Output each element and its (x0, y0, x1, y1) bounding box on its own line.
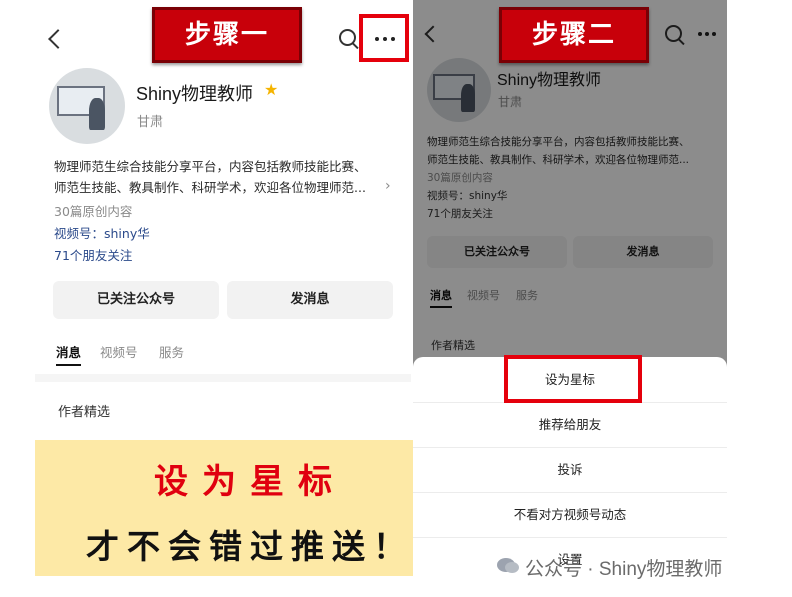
tab-services[interactable]: 服务 (159, 342, 184, 361)
watermark-text: 公众号 · Shiny物理教师 (525, 559, 723, 580)
phone-screen-step-two: Shiny物理教师 甘肃 物理师范生综合技能分享平台，内容包括教师技能比赛、 师… (413, 0, 727, 597)
tab-messages[interactable]: 消息 (56, 342, 82, 366)
promo-line2: 才不会错过推送！ (86, 527, 414, 566)
menu-item-hide-channel-updates[interactable]: 不看对方视频号动态 (413, 492, 727, 538)
friends-follow-link[interactable]: 71个朋友关注 (54, 245, 132, 264)
step-one-banner: 步骤一 (152, 7, 302, 63)
account-name: Shiny物理教师 (136, 84, 254, 104)
more-highlight-box (359, 14, 409, 62)
original-count[interactable]: 30篇原创内容 (54, 201, 132, 220)
send-message-button[interactable]: 发消息 (227, 281, 393, 319)
phone-screen-step-one: Shiny物理教师 ★ 甘肃 物理师范生综合技能分享平台，内容包括教师技能比赛、… (35, 0, 411, 432)
watermark: 公众号 · Shiny物理教师 (497, 552, 787, 580)
avatar[interactable] (49, 68, 125, 144)
chevron-right-icon[interactable]: › (385, 178, 391, 194)
star-icon: ★ (264, 80, 279, 99)
promo-line1: 设为星标 (154, 462, 346, 502)
region: 甘肃 (137, 115, 164, 130)
tab-channels[interactable]: 视频号 (100, 342, 138, 361)
description[interactable]: 物理师范生综合技能分享平台，内容包括教师技能比赛、 师范生技能、教具制作、科研学… (54, 156, 404, 198)
promo-banner: 设为星标 才不会错过推送！ (35, 440, 465, 576)
back-icon[interactable] (48, 29, 68, 49)
follow-button[interactable]: 已关注公众号 (53, 281, 219, 319)
set-star-highlight-box (504, 355, 642, 403)
menu-item-report[interactable]: 投诉 (413, 447, 727, 493)
divider (35, 374, 411, 382)
menu-item-recommend[interactable]: 推荐给朋友 (413, 402, 727, 448)
search-icon[interactable] (339, 29, 356, 46)
step-two-banner: 步骤二 (499, 7, 649, 63)
section-title: 作者精选 (58, 405, 111, 420)
channels-link[interactable]: 视频号：shiny华 (54, 223, 150, 242)
